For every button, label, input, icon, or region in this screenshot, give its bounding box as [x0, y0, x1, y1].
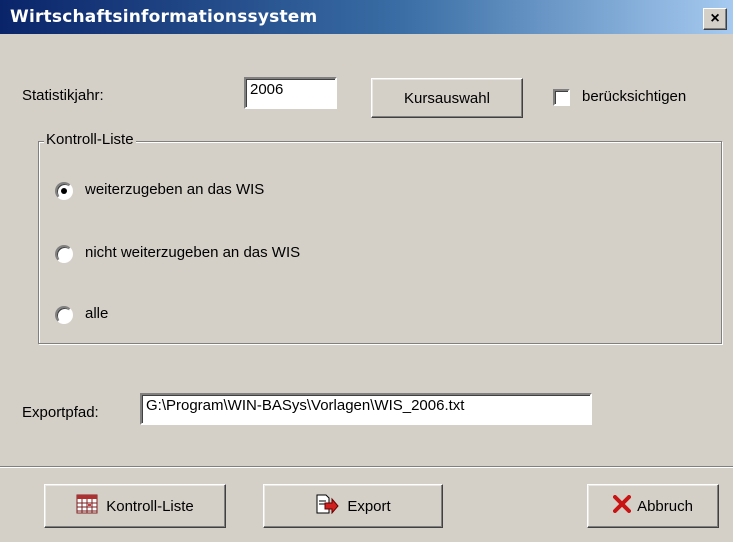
radio-all[interactable] — [55, 306, 73, 324]
cancel-button[interactable]: Abbruch — [587, 484, 719, 528]
export-button-label: Export — [347, 497, 391, 515]
radio-all-label[interactable]: alle — [85, 305, 108, 322]
course-selection-button[interactable]: Kursauswahl — [371, 78, 523, 118]
radio-not-forward-to-wis-label[interactable]: nicht weiterzugeben an das WIS — [85, 244, 300, 261]
calendar-grid-icon — [76, 494, 98, 518]
document-arrow-icon — [315, 494, 339, 518]
cancel-button-label: Abbruch — [637, 497, 693, 515]
radio-not-forward-to-wis[interactable] — [55, 245, 73, 263]
export-path-value: G:\Program\WIN-BASys\Vorlagen\WIS_2006.t… — [146, 397, 465, 414]
export-path-label: Exportpfad: — [22, 404, 99, 421]
control-list-group-label: Kontroll-Liste — [44, 131, 136, 148]
consider-label[interactable]: berücksichtigen — [582, 88, 686, 105]
year-label: Statistikjahr: — [22, 87, 104, 104]
title-bar[interactable]: Wirtschaftsinformationssystem × — [0, 0, 733, 34]
footer-separator — [0, 466, 733, 468]
red-x-icon — [613, 495, 632, 517]
consider-checkbox[interactable] — [553, 89, 570, 106]
dialog-window: Wirtschaftsinformationssystem × Statisti… — [0, 0, 733, 542]
export-path-input[interactable]: G:\Program\WIN-BASys\Vorlagen\WIS_2006.t… — [140, 393, 592, 425]
radio-selected-dot — [61, 188, 67, 194]
window-title: Wirtschaftsinformationssystem — [10, 7, 318, 27]
close-icon: × — [710, 10, 720, 27]
radio-forward-to-wis-label[interactable]: weiterzugeben an das WIS — [85, 181, 264, 198]
control-list-button[interactable]: Kontroll-Liste — [44, 484, 226, 528]
control-list-button-label: Kontroll-Liste — [106, 497, 194, 515]
export-button[interactable]: Export — [263, 484, 443, 528]
radio-forward-to-wis[interactable] — [55, 182, 73, 200]
year-value: 2006 — [250, 81, 284, 98]
year-input[interactable]: 2006 — [244, 77, 337, 109]
control-list-group — [38, 141, 722, 344]
close-button[interactable]: × — [703, 8, 727, 30]
course-selection-label: Kursauswahl — [404, 89, 490, 107]
